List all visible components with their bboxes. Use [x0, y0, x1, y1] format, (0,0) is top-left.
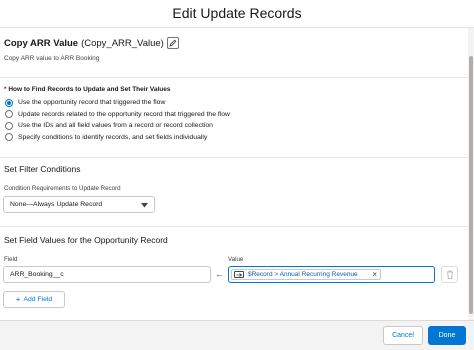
radio-button-selected[interactable]	[5, 98, 13, 107]
condition-requirements-select[interactable]: None—Always Update Record	[3, 196, 155, 213]
modal-footer: Cancel Done	[0, 320, 474, 350]
required-marker: *	[4, 86, 7, 93]
find-records-heading-text: How to Find Records to Update and Set Th…	[8, 86, 171, 93]
value-resource-pill[interactable]: $Record > Annual Recurring Revenue ×	[231, 269, 381, 280]
radio-button[interactable]	[5, 133, 13, 142]
value-input[interactable]: $Record > Annual Recurring Revenue ×	[228, 266, 435, 283]
scrollbar-thumb[interactable]	[469, 56, 473, 314]
modal-title: Edit Update Records	[172, 5, 302, 21]
value-pill-label: $Record > Annual Recurring Revenue	[248, 271, 358, 278]
find-records-heading: * How to Find Records to Update and Set …	[4, 86, 171, 93]
close-icon[interactable]: ×	[372, 270, 377, 279]
radio-label: Update records related to the opportunit…	[18, 110, 230, 118]
left-arrow-icon: ←	[215, 269, 224, 279]
divider	[0, 157, 468, 158]
field-column-label: Field	[4, 256, 18, 263]
element-api-name: (Copy_ARR_Value)	[81, 37, 164, 49]
content-scrollbar[interactable]	[468, 28, 474, 320]
value-column-label: Value	[228, 256, 244, 263]
radio-label: Use the IDs and all field values from a …	[18, 122, 213, 130]
radio-option-record-ids[interactable]: Use the IDs and all field values from a …	[5, 120, 230, 132]
add-field-label: Add Field	[23, 296, 53, 303]
field-input[interactable]: ARR_Booking__c	[3, 266, 211, 283]
edit-element-button[interactable]	[166, 37, 179, 49]
radio-button[interactable]	[5, 121, 13, 130]
divider	[0, 77, 468, 78]
cancel-button[interactable]: Cancel	[383, 326, 423, 345]
plus-icon: +	[15, 295, 21, 304]
radio-label: Use the opportunity record that triggere…	[18, 99, 166, 107]
radio-option-specify-conditions[interactable]: Specify conditions to identify records, …	[5, 132, 230, 144]
radio-option-triggering-record[interactable]: Use the opportunity record that triggere…	[5, 97, 230, 109]
condition-requirements-value: None—Always Update Record	[10, 201, 103, 208]
radio-label: Specify conditions to identify records, …	[18, 133, 208, 141]
element-title-row: Copy ARR Value (Copy_ARR_Value)	[4, 37, 179, 49]
filter-section-title: Set Filter Conditions	[4, 164, 81, 174]
divider	[0, 226, 468, 227]
done-button[interactable]: Done	[428, 326, 466, 345]
radio-option-related-records[interactable]: Update records related to the opportunit…	[5, 109, 230, 121]
element-description: Copy ARR value to ARR Booking	[4, 55, 100, 62]
pencil-icon	[169, 39, 177, 47]
trash-icon	[446, 270, 453, 279]
find-records-radio-group: Use the opportunity record that triggere…	[5, 97, 230, 143]
radio-button[interactable]	[5, 110, 13, 119]
modal-content: Copy ARR Value (Copy_ARR_Value) Copy ARR…	[0, 28, 468, 320]
radio-dot	[7, 100, 11, 105]
delete-field-button[interactable]	[441, 266, 458, 283]
modal-header: Edit Update Records	[0, 0, 474, 28]
resource-icon	[234, 271, 244, 278]
element-label: Copy ARR Value	[4, 37, 79, 49]
add-field-button[interactable]: + Add Field	[3, 291, 65, 308]
chevron-down-icon	[141, 203, 148, 208]
condition-requirements-label: Condition Requirements to Update Record	[4, 185, 121, 192]
field-values-section-title: Set Field Values for the Opportunity Rec…	[4, 235, 168, 245]
